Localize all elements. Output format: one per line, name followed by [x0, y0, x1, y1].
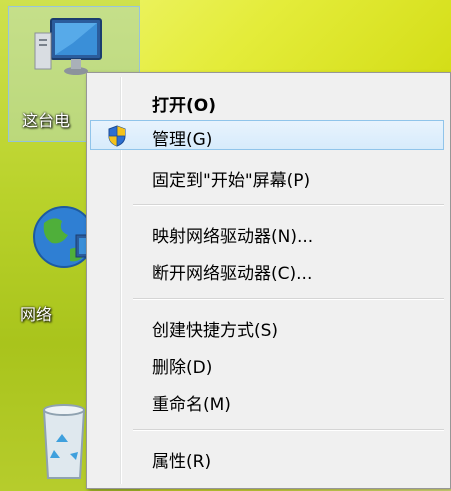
menu-item-label: 创建快捷方式(S) [152, 321, 279, 341]
desktop-icon-label: 这台电 [22, 111, 71, 130]
menu-item-label: 映射网络驱动器(N)... [152, 227, 314, 247]
menu-item-create-shortcut[interactable]: 创建快捷方式(S) [90, 311, 444, 341]
menu-item-label: 断开网络驱动器(C)... [152, 264, 313, 284]
menu-item-label: 属性(R) [152, 452, 212, 472]
menu-item-open[interactable]: 打开(O) [90, 86, 444, 116]
menu-separator [133, 204, 444, 206]
uac-shield-icon [108, 125, 126, 147]
menu-item-manage[interactable]: 管理(G) [90, 120, 444, 150]
menu-separator [133, 429, 444, 431]
menu-item-label: 打开(O) [152, 96, 216, 116]
menu-item-properties[interactable]: 属性(R) [90, 442, 444, 472]
menu-item-map-network-drive[interactable]: 映射网络驱动器(N)... [90, 217, 444, 247]
menu-separator [133, 298, 444, 300]
menu-item-rename[interactable]: 重命名(M) [90, 385, 444, 415]
menu-item-disconnect-network-drive[interactable]: 断开网络驱动器(C)... [90, 254, 444, 284]
menu-item-pin-to-start[interactable]: 固定到"开始"屏幕(P) [90, 161, 444, 191]
menu-item-label: 重命名(M) [152, 395, 231, 415]
context-menu: 打开(O) 管理(G) 固定到"开始"屏幕(P) 映射网络驱动器(N)... 断… [86, 72, 451, 489]
menu-item-label: 管理(G) [152, 130, 213, 150]
recycle-bin-icon [42, 404, 86, 479]
menu-item-label: 删除(D) [152, 358, 213, 378]
menu-item-delete[interactable]: 删除(D) [90, 348, 444, 378]
menu-item-label: 固定到"开始"屏幕(P) [152, 171, 311, 191]
